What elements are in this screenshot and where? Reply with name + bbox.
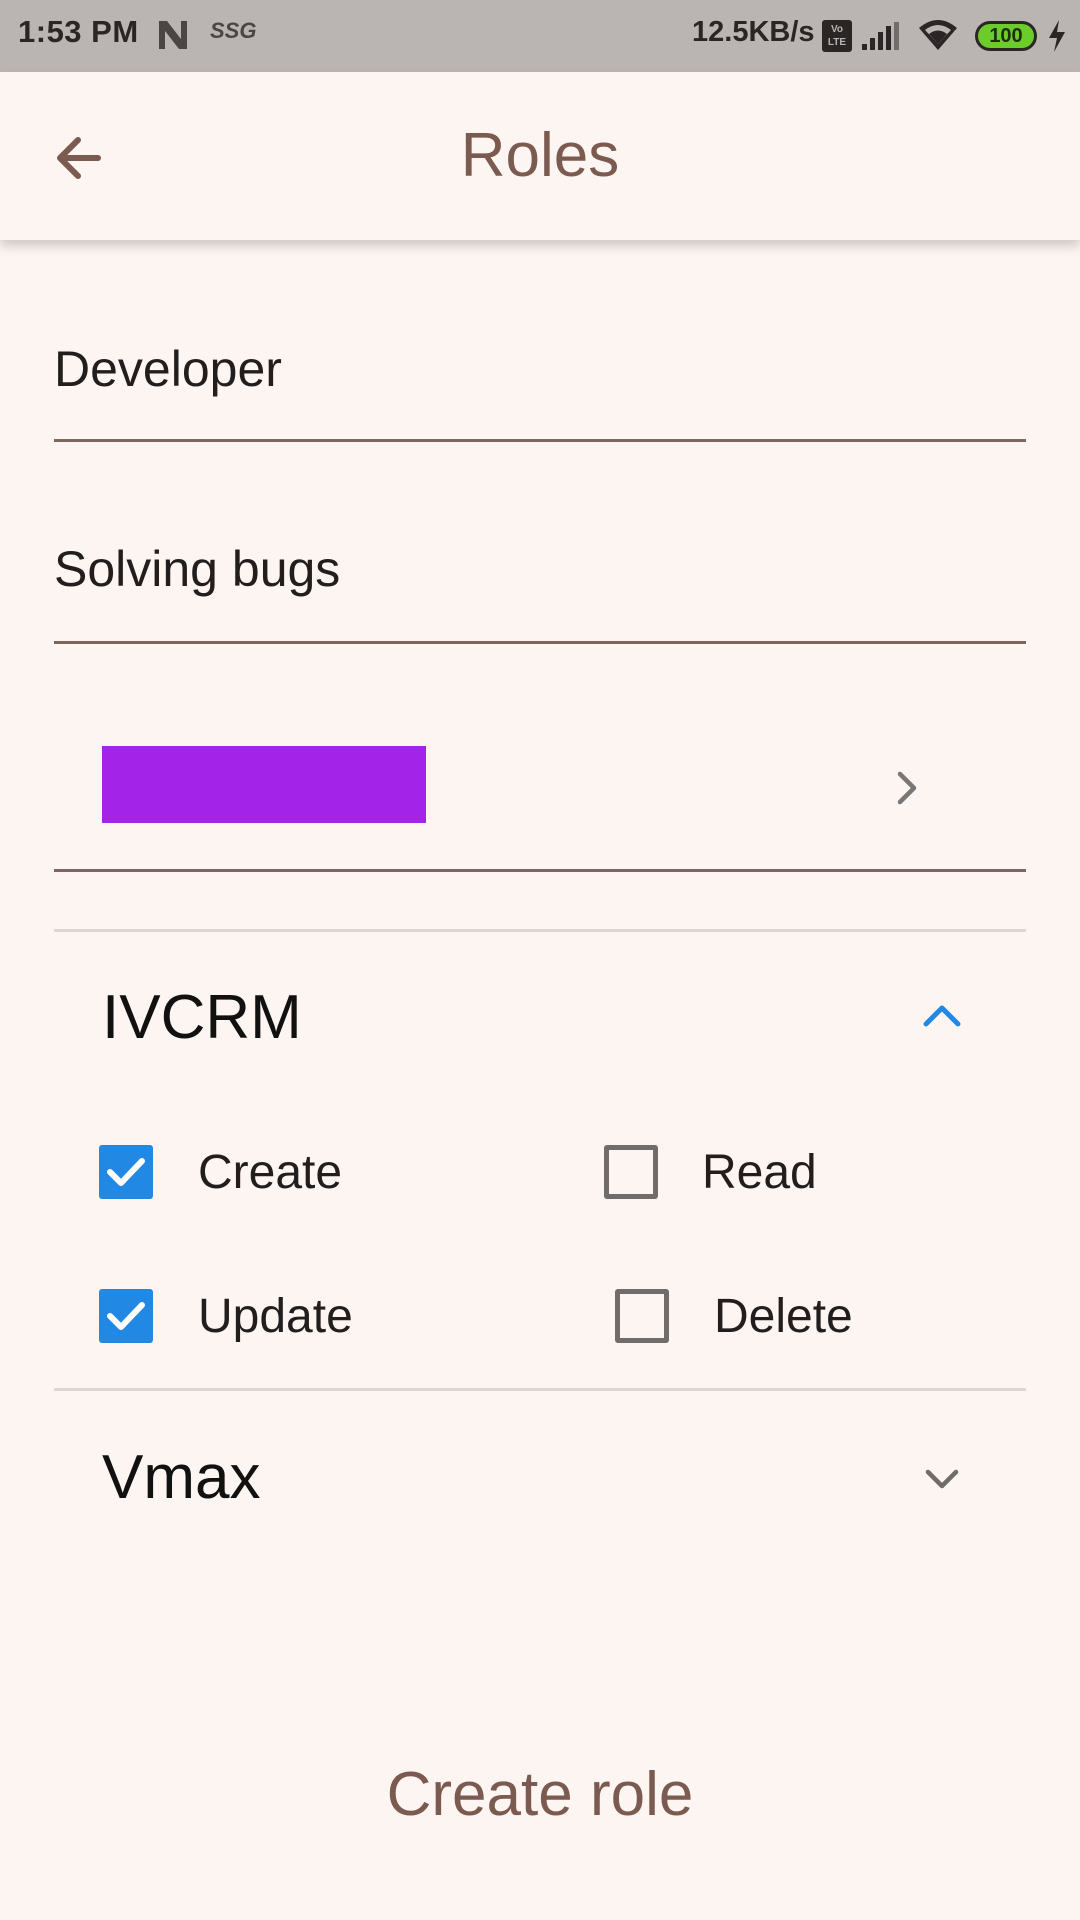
permission-label-create: Create xyxy=(198,1146,343,1199)
chevron-right-icon xyxy=(897,771,917,805)
network-speed: 12.5KB/s xyxy=(692,16,815,48)
permission-label-delete: Delete xyxy=(714,1290,853,1343)
divider xyxy=(54,929,1026,932)
role-name-field[interactable]: Developer xyxy=(54,330,1026,442)
check-icon xyxy=(107,1302,145,1330)
role-description-value: Solving bugs xyxy=(54,541,341,597)
checkbox-read[interactable] xyxy=(604,1145,658,1199)
permission-read[interactable]: Read xyxy=(604,1145,904,1205)
role-description-field[interactable]: Solving bugs xyxy=(54,530,1026,644)
section-title-vmax[interactable]: Vmax xyxy=(102,1442,260,1513)
checkbox-update[interactable] xyxy=(99,1289,153,1343)
permission-delete[interactable]: Delete xyxy=(615,1289,915,1349)
n-notification-icon xyxy=(159,21,187,49)
checkbox-create[interactable] xyxy=(99,1145,153,1199)
permission-label-update: Update xyxy=(198,1290,353,1343)
carrier-tag: SSG xyxy=(210,18,257,43)
signal-icon xyxy=(862,22,899,50)
check-icon xyxy=(107,1158,145,1186)
permission-update[interactable]: Update xyxy=(99,1289,399,1349)
section-title-ivcrm[interactable]: IVCRM xyxy=(102,982,302,1053)
chevron-down-icon[interactable] xyxy=(916,1452,968,1504)
chevron-up-icon[interactable] xyxy=(916,990,968,1042)
battery-icon: 100 xyxy=(975,21,1037,51)
wifi-icon xyxy=(919,20,957,50)
checkbox-delete[interactable] xyxy=(615,1289,669,1343)
role-name-value: Developer xyxy=(54,341,282,397)
color-swatch xyxy=(102,746,426,823)
status-bar: 1:53 PM SSG 12.5KB/s Vo LTE 100 xyxy=(0,0,1080,72)
volte-icon: Vo LTE xyxy=(822,20,852,52)
page-title: Roles xyxy=(460,121,620,190)
create-role-button[interactable]: Create role xyxy=(240,1740,840,1850)
permission-label-read: Read xyxy=(702,1146,817,1199)
app-bar: Roles xyxy=(0,72,1080,240)
color-picker-row[interactable] xyxy=(54,700,1026,872)
divider xyxy=(54,1388,1026,1391)
permission-create[interactable]: Create xyxy=(99,1145,399,1205)
status-time: 1:53 PM xyxy=(18,14,139,49)
charging-icon xyxy=(1049,20,1065,52)
